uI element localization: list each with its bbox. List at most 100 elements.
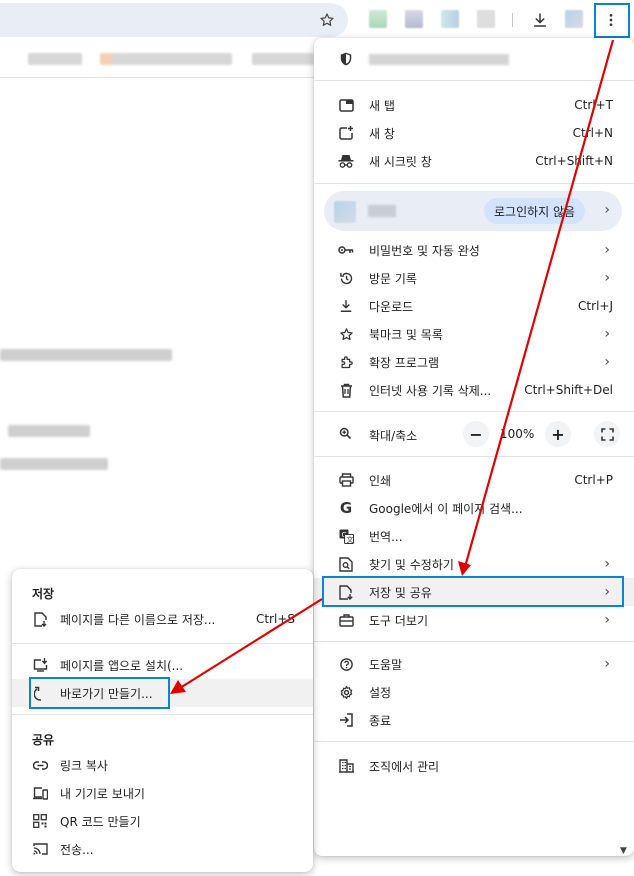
menu-separator bbox=[314, 741, 634, 742]
page-content-blur bbox=[8, 425, 90, 437]
help-icon bbox=[338, 656, 354, 672]
submenu-item-label: 페이지를 앱으로 설치(... bbox=[60, 658, 184, 673]
chevron-right-icon: › bbox=[604, 242, 610, 258]
find-icon bbox=[338, 556, 354, 572]
menu-item-label: 새 시크릿 창 bbox=[369, 154, 432, 169]
downloads-button[interactable] bbox=[527, 7, 553, 33]
chevron-right-icon: › bbox=[604, 326, 610, 342]
menu-item-new-incognito[interactable]: 새 시크릿 창 Ctrl+Shift+N bbox=[314, 147, 634, 175]
chevron-right-icon: › bbox=[604, 202, 610, 218]
submenu-item-save-as[interactable]: 페이지를 다른 이름으로 저장... Ctrl+S bbox=[12, 605, 313, 633]
submenu-item-send-to-devices[interactable]: 내 기기로 보내기 bbox=[12, 779, 313, 807]
extension-icon[interactable] bbox=[405, 10, 423, 28]
chevron-right-icon: › bbox=[604, 270, 610, 286]
submenu-item-shortcut: Ctrl+S bbox=[255, 612, 295, 626]
menu-item-find-edit[interactable]: 찾기 및 수정하기 › bbox=[314, 550, 634, 578]
menu-button-highlight bbox=[594, 3, 630, 38]
submenu-separator bbox=[12, 714, 313, 715]
menu-item-settings[interactable]: 설정 bbox=[314, 678, 634, 706]
address-bar[interactable] bbox=[0, 3, 348, 37]
submenu-item-install-app[interactable]: 페이지를 앱으로 설치(... bbox=[12, 651, 313, 679]
menu-item-shortcut: Ctrl+N bbox=[572, 126, 613, 140]
menu-item-label: Google에서 이 페이지 검색... bbox=[369, 501, 523, 516]
menu-item-search-google[interactable]: G Google에서 이 페이지 검색... bbox=[314, 494, 634, 522]
profile-signin-row[interactable]: 로그인하지 않음 › bbox=[324, 191, 622, 231]
zoom-out-button[interactable]: − bbox=[463, 421, 489, 447]
menu-item-label: 인터넷 사용 기록 삭제... bbox=[369, 383, 492, 398]
menu-item-downloads[interactable]: 다운로드 Ctrl+J bbox=[314, 292, 634, 320]
menu-item-passwords[interactable]: 비밀번호 및 자동 완성 › bbox=[314, 236, 634, 264]
menu-item-label: 도구 더보기 bbox=[369, 613, 429, 628]
menu-item-print[interactable]: 인쇄 Ctrl+P bbox=[314, 466, 634, 494]
share-section-heading: 공유 bbox=[32, 733, 55, 747]
menu-item-label: 새 탭 bbox=[369, 98, 395, 113]
profile-name-blur bbox=[368, 205, 396, 217]
submenu-item-cast[interactable]: 전송... bbox=[12, 835, 313, 863]
building-icon bbox=[338, 758, 354, 774]
menu-item-label: 인쇄 bbox=[369, 473, 392, 488]
menu-item-shortcut: Ctrl+T bbox=[574, 98, 613, 112]
save-section-heading: 저장 bbox=[32, 587, 55, 601]
google-icon: G bbox=[339, 499, 353, 517]
create-shortcut-highlight bbox=[29, 677, 170, 709]
submenu-item-label: 내 기기로 보내기 bbox=[60, 786, 145, 801]
submenu-item-label: 전송... bbox=[60, 842, 94, 857]
chrome-main-menu: 새 탭 Ctrl+T 새 창 Ctrl+N 새 시크릿 창 Ctrl+Shift… bbox=[314, 38, 634, 856]
devices-icon bbox=[32, 785, 48, 801]
menu-item-clear-browsing-data[interactable]: 인터넷 사용 기록 삭제... Ctrl+Shift+Del bbox=[314, 376, 634, 404]
submenu-separator bbox=[12, 643, 313, 644]
bookmark-item[interactable] bbox=[28, 53, 82, 65]
submenu-item-copy-link[interactable]: 링크 복사 bbox=[12, 751, 313, 779]
menu-item-help[interactable]: 도움말 › bbox=[314, 650, 634, 678]
trash-icon bbox=[338, 382, 354, 398]
menu-item-label: 번역... bbox=[369, 529, 403, 544]
managed-profile-blur bbox=[369, 54, 509, 65]
download-icon bbox=[338, 298, 354, 314]
menu-item-label: 찾기 및 수정하기 bbox=[369, 557, 454, 572]
menu-item-history[interactable]: 방문 기록 › bbox=[314, 264, 634, 292]
menu-item-shortcut: Ctrl+Shift+Del bbox=[524, 383, 613, 397]
menu-item-label: 북마크 및 목록 bbox=[369, 327, 443, 342]
extension-icon[interactable] bbox=[369, 10, 387, 28]
bookmark-item[interactable] bbox=[100, 53, 232, 65]
save-share-highlight bbox=[322, 576, 624, 607]
scroll-down-arrow[interactable]: ▼ bbox=[620, 846, 627, 856]
menu-item-more-tools[interactable]: 도구 더보기 › bbox=[314, 606, 634, 634]
menu-item-label: 조직에서 관리 bbox=[369, 759, 440, 774]
toolbar-divider bbox=[512, 13, 513, 27]
bookmark-star-button[interactable] bbox=[314, 7, 340, 33]
signin-status-badge: 로그인하지 않음 bbox=[484, 198, 586, 224]
menu-item-shortcut: Ctrl+P bbox=[574, 473, 613, 487]
submenu-item-qr-code[interactable]: QR 코드 만들기 bbox=[12, 807, 313, 835]
qr-code-icon bbox=[32, 813, 48, 829]
menu-item-label: 비밀번호 및 자동 완성 bbox=[369, 243, 480, 258]
menu-separator bbox=[314, 641, 634, 642]
avatar bbox=[334, 201, 356, 223]
browser-toolbar bbox=[0, 0, 634, 40]
extension-icon[interactable] bbox=[441, 10, 459, 28]
menu-item-extensions[interactable]: 확장 프로그램 › bbox=[314, 348, 634, 376]
svg-text:文: 文 bbox=[346, 535, 353, 544]
menu-item-translate[interactable]: G文 번역... bbox=[314, 522, 634, 550]
zoom-in-button[interactable]: + bbox=[545, 421, 571, 447]
translate-icon: G文 bbox=[338, 528, 354, 544]
extension-icon[interactable] bbox=[477, 10, 495, 28]
menu-item-managed[interactable]: 조직에서 관리 bbox=[314, 752, 634, 780]
key-icon bbox=[338, 242, 354, 258]
menu-item-exit[interactable]: 종료 bbox=[314, 706, 634, 734]
bookmark-item[interactable] bbox=[252, 53, 314, 65]
chevron-right-icon: › bbox=[604, 612, 610, 628]
menu-item-new-tab[interactable]: 새 탭 Ctrl+T bbox=[314, 91, 634, 119]
zoom-level: 100% bbox=[500, 427, 535, 441]
menu-item-shortcut: Ctrl+Shift+N bbox=[535, 154, 613, 168]
menu-separator bbox=[314, 183, 634, 184]
profile-avatar[interactable] bbox=[565, 10, 583, 28]
menu-item-bookmarks[interactable]: 북마크 및 목록 › bbox=[314, 320, 634, 348]
save-share-submenu: 저장 페이지를 다른 이름으로 저장... Ctrl+S 페이지를 앱으로 설치… bbox=[12, 569, 313, 872]
menu-item-new-window[interactable]: 새 창 Ctrl+N bbox=[314, 119, 634, 147]
fullscreen-button[interactable] bbox=[594, 421, 620, 447]
menu-separator bbox=[314, 80, 634, 81]
submenu-item-label: 링크 복사 bbox=[60, 758, 108, 773]
gear-icon bbox=[338, 684, 354, 700]
cast-icon bbox=[32, 841, 48, 857]
